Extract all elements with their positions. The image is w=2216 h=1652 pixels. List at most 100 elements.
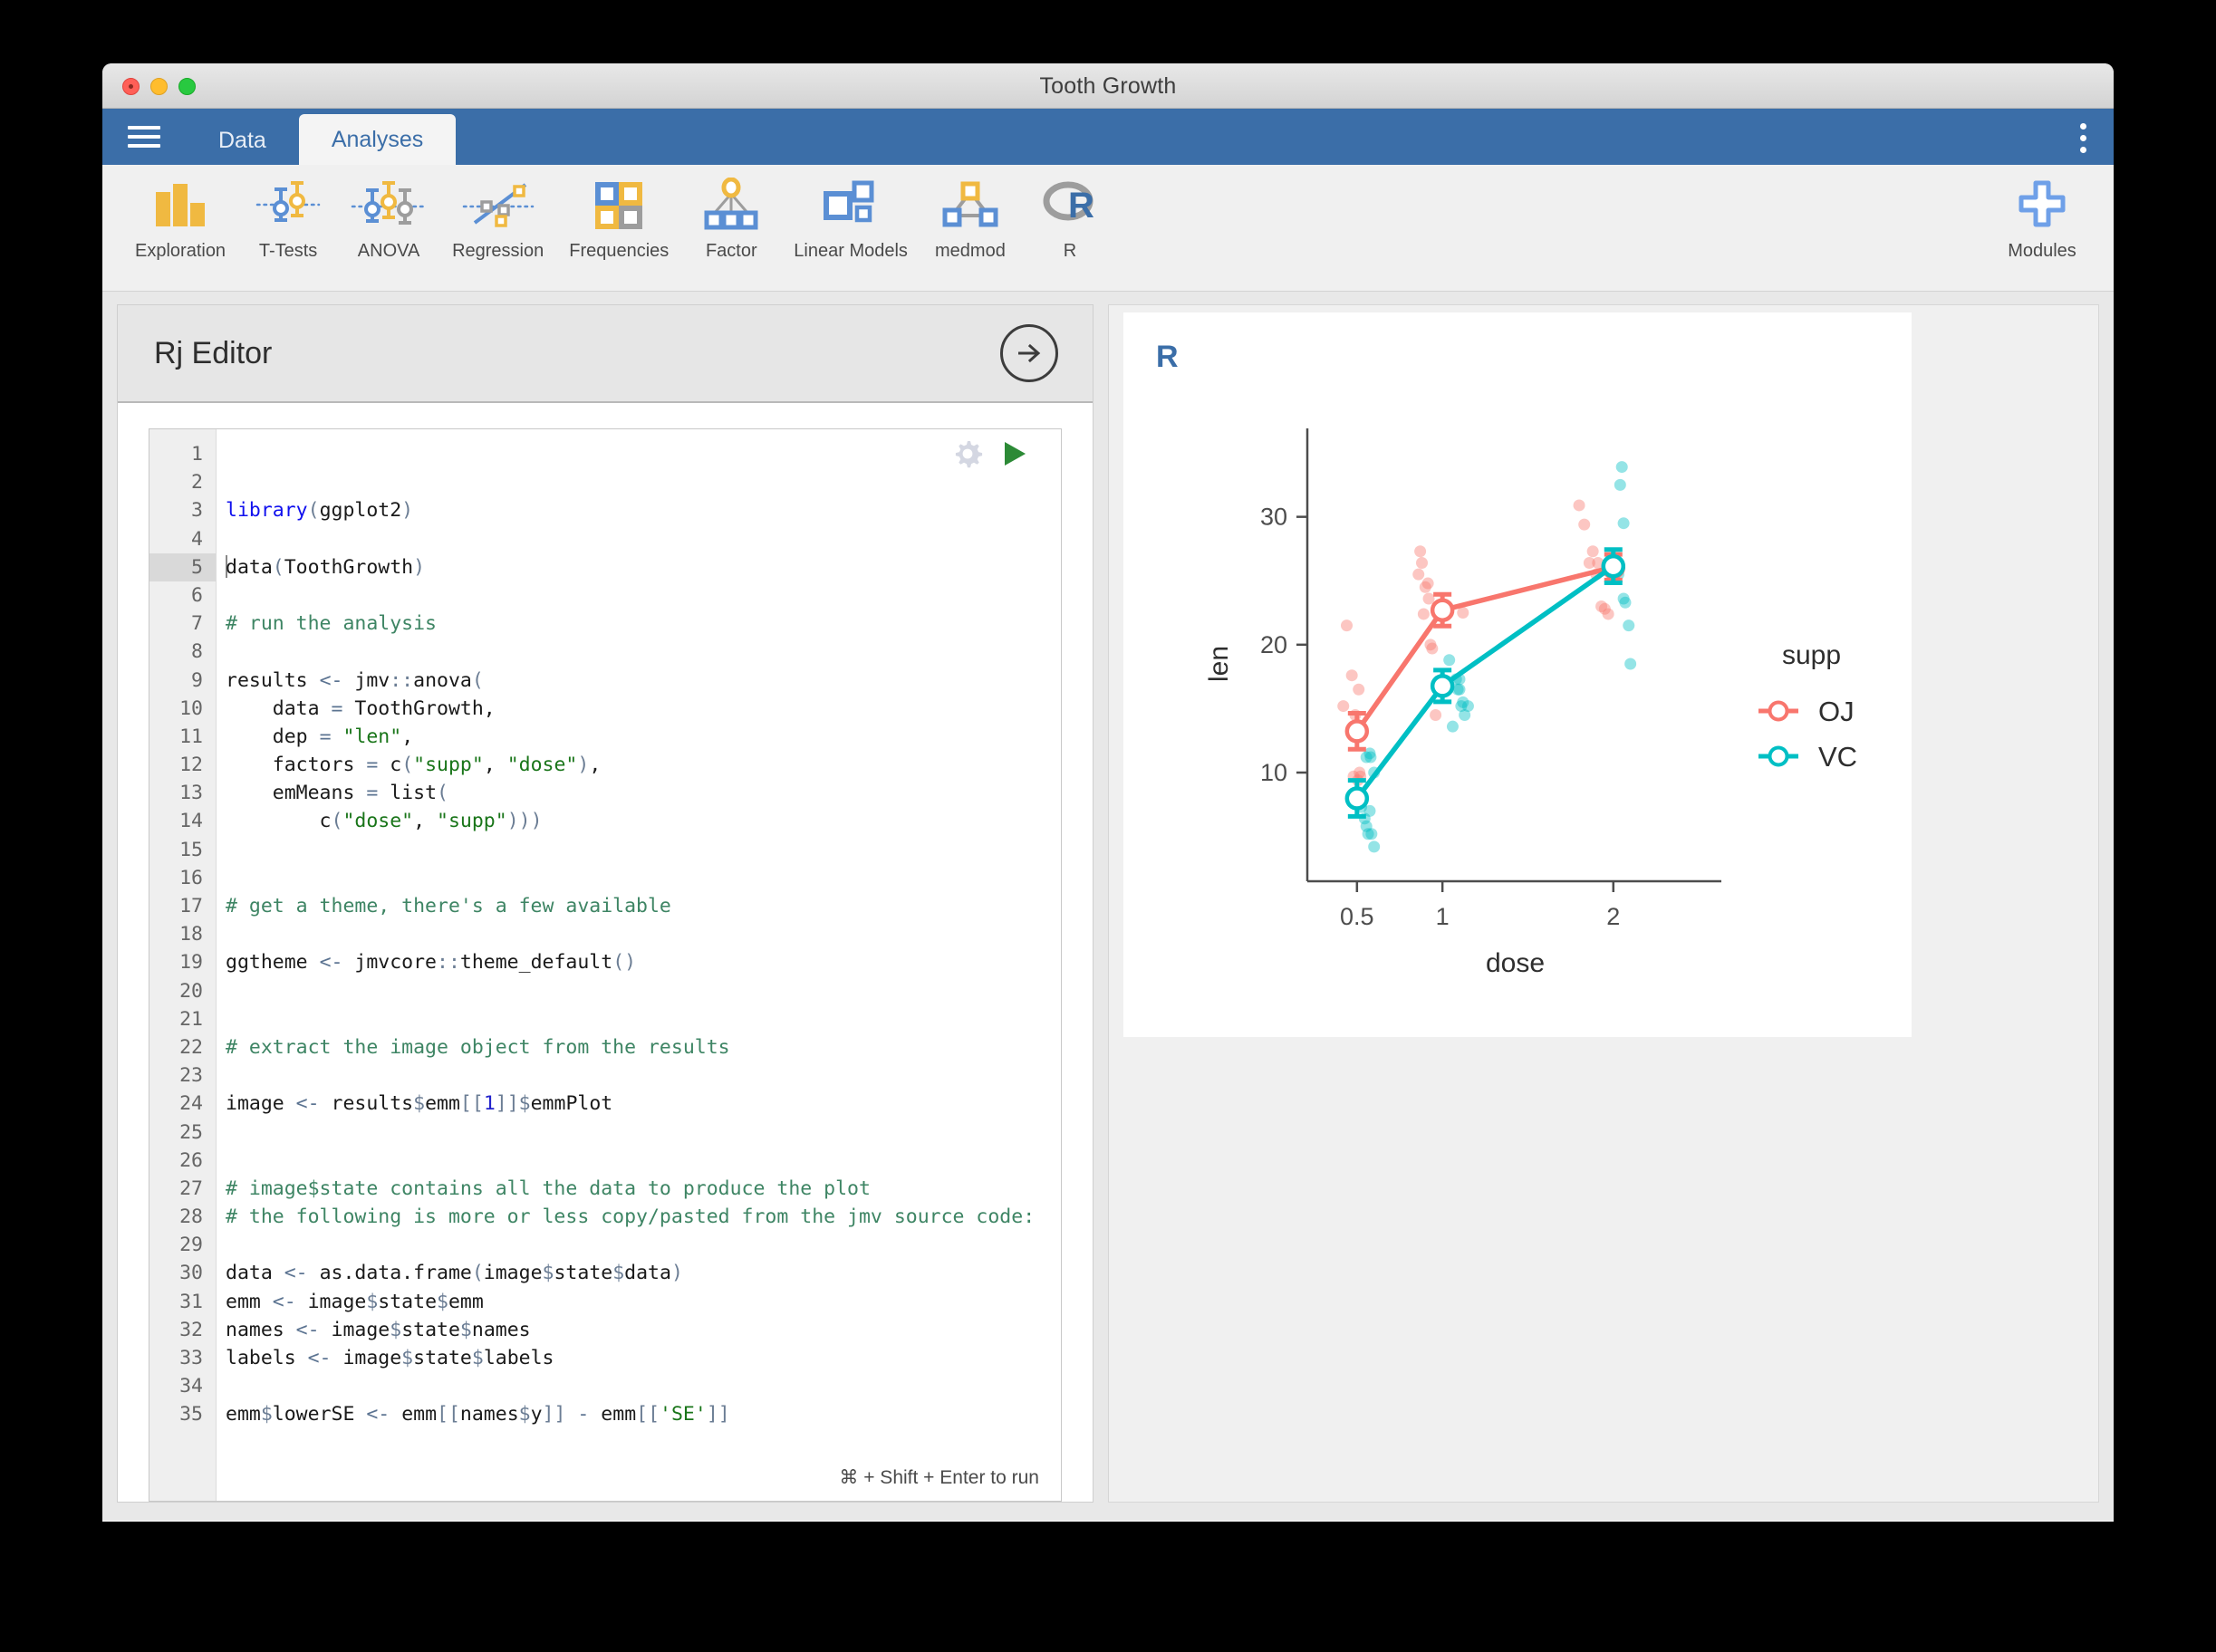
- code-line: # extract the image object from the resu…: [226, 1035, 730, 1059]
- line-number: 34: [179, 1375, 203, 1398]
- tab-data[interactable]: Data: [186, 116, 299, 165]
- line-number: 9: [191, 668, 203, 692]
- ribbon-item-linear-models[interactable]: Linear Models: [781, 165, 920, 262]
- code-line: emm <- image$state$emm: [226, 1290, 484, 1313]
- line-number: 15: [179, 838, 203, 861]
- result-heading: R: [1156, 340, 1179, 374]
- ribbon-label-linear-models: Linear Models: [794, 241, 908, 261]
- plot-svg: 10 20 30 0.5 1 2 dose len supp OJ VC: [1204, 428, 1857, 978]
- code-line: c("dose", "supp"))): [226, 810, 543, 833]
- svg-text:0.5: 0.5: [1340, 903, 1374, 930]
- svg-text:20: 20: [1260, 631, 1287, 658]
- ribbon-label-frequencies: Frequencies: [569, 241, 670, 261]
- mediation-triangle-icon: [941, 176, 999, 232]
- line-number: 24: [179, 1092, 203, 1116]
- ribbon-label-medmod: medmod: [935, 241, 1006, 261]
- ribbon-label-anova: ANOVA: [357, 241, 420, 261]
- code-line: data = ToothGrowth,: [226, 696, 496, 720]
- two-errorbars-icon: [255, 176, 321, 232]
- main-tab-bar: Data Analyses: [102, 109, 2114, 165]
- tab-analyses[interactable]: Analyses: [298, 114, 457, 165]
- line-number: 29: [179, 1234, 203, 1257]
- code-line: library(ggplot2): [226, 499, 414, 523]
- code-line: data <- as.data.frame(image$state$data): [226, 1262, 683, 1285]
- line-number: 35: [179, 1403, 203, 1426]
- ribbon-item-r[interactable]: R R: [1020, 165, 1120, 262]
- ribbon-item-frequencies[interactable]: Frequencies: [556, 165, 681, 262]
- gear-icon[interactable]: [952, 438, 983, 477]
- close-window-button[interactable]: [122, 78, 140, 95]
- line-number: 23: [179, 1064, 203, 1088]
- zoom-window-button[interactable]: [178, 78, 196, 95]
- four-squares-icon: [591, 176, 647, 232]
- line-number: 26: [179, 1148, 203, 1172]
- kebab-menu-icon[interactable]: [2080, 123, 2086, 153]
- code-text-area[interactable]: library(ggplot2) data(ToothGrowth) # run…: [217, 429, 1061, 1501]
- three-errorbars-icon: [351, 176, 427, 232]
- line-number: 14: [179, 810, 203, 833]
- ribbon-item-t-tests[interactable]: T-Tests: [238, 165, 338, 262]
- code-line: ggtheme <- jmvcore::theme_default(): [226, 951, 637, 975]
- analyses-ribbon: Exploration T-Tests ANOVA Regression Fre…: [102, 165, 2114, 292]
- line-number: 16: [179, 866, 203, 889]
- code-line: results <- jmv::anova(: [226, 668, 484, 692]
- ribbon-item-medmod[interactable]: medmod: [920, 165, 1020, 262]
- line-number: 27: [179, 1177, 203, 1200]
- emm-plot: 10 20 30 0.5 1 2 dose len supp OJ VC: [1123, 374, 1912, 1008]
- scatter-line-icon: [462, 176, 535, 232]
- editor-tool-buttons: [952, 438, 1028, 477]
- plus-icon: [2016, 176, 2068, 232]
- code-line: data(ToothGrowth): [226, 554, 426, 579]
- ribbon-item-modules[interactable]: Modules: [1992, 165, 2092, 262]
- ribbon-label-exploration: Exploration: [135, 241, 226, 261]
- code-editor[interactable]: 1 2 3 4 5 6 7 8 9 10 11 12 13 14 15 16 17 18 19 20 21 22 23 24 2…: [149, 428, 1062, 1502]
- code-line: emMeans = list(: [226, 782, 448, 805]
- minimize-window-button[interactable]: [150, 78, 168, 95]
- line-number: 11: [179, 725, 203, 748]
- line-number: 12: [179, 754, 203, 777]
- svg-text:30: 30: [1260, 504, 1287, 531]
- rj-editor-header: Rj Editor: [118, 305, 1093, 403]
- line-number: 6: [191, 583, 203, 607]
- line-number-gutter: 1 2 3 4 5 6 7 8 9 10 11 12 13 14 15 16 17 18 19 20 21 22 23 24 2…: [149, 429, 217, 1501]
- ribbon-label-regression: Regression: [452, 241, 544, 261]
- arrow-right-circle-icon[interactable]: [1000, 324, 1058, 382]
- page-title: Rj Editor: [154, 335, 273, 370]
- line-number: 18: [179, 923, 203, 946]
- line-number: 17: [179, 895, 203, 917]
- code-line: # run the analysis: [226, 612, 437, 636]
- svg-text:OJ: OJ: [1818, 696, 1855, 727]
- line-number: 20: [179, 979, 203, 1003]
- line-number: 13: [179, 782, 203, 805]
- code-line: names <- image$state$names: [226, 1318, 531, 1341]
- code-line: labels <- image$state$labels: [226, 1347, 554, 1369]
- ribbon-item-factor[interactable]: Factor: [681, 165, 781, 262]
- r-logo-icon: R: [1041, 176, 1099, 232]
- code-line: # image$state contains all the data to p…: [226, 1177, 871, 1200]
- ribbon-item-anova[interactable]: ANOVA: [338, 165, 439, 262]
- bar-chart-icon: [150, 176, 210, 232]
- ribbon-item-exploration[interactable]: Exploration: [122, 165, 238, 262]
- line-number: 19: [179, 951, 203, 975]
- app-window: Tooth Growth Data Analyses Exploration T…: [102, 63, 2114, 1522]
- code-line: image <- results$emm[[1]]$emmPlot: [226, 1092, 613, 1116]
- line-number: 5: [149, 552, 216, 581]
- code-editor-container: 1 2 3 4 5 6 7 8 9 10 11 12 13 14 15 16 17 18 19 20 21 22 23 24 2…: [118, 403, 1093, 1502]
- hamburger-menu-icon[interactable]: [102, 109, 186, 165]
- play-icon[interactable]: [1001, 439, 1028, 476]
- svg-text:1: 1: [1436, 903, 1450, 930]
- svg-text:VC: VC: [1818, 741, 1857, 773]
- ribbon-label-r: R: [1063, 241, 1077, 261]
- ribbon-item-regression[interactable]: Regression: [439, 165, 556, 262]
